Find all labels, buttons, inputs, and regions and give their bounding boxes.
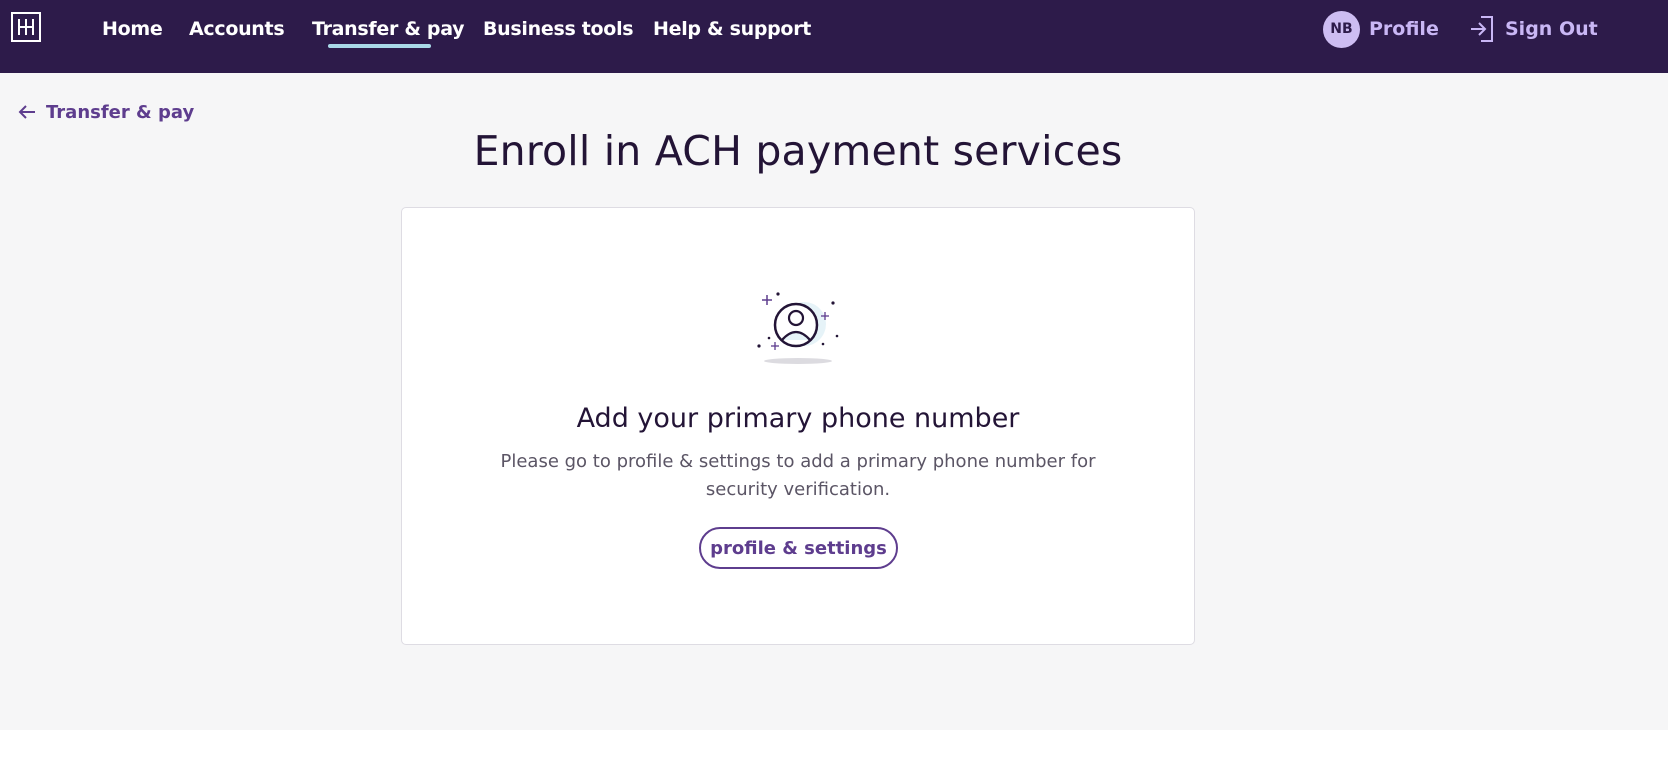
- top-navigation-bar: Home Accounts Transfer & pay Business to…: [0, 0, 1668, 73]
- back-link-label: Transfer & pay: [46, 101, 195, 123]
- back-link[interactable]: Transfer & pay: [18, 100, 194, 124]
- nav-transfer-pay[interactable]: Transfer & pay: [312, 18, 465, 40]
- user-profile-icon: [757, 292, 839, 364]
- avatar[interactable]: NB: [1323, 11, 1360, 48]
- profile-settings-button[interactable]: profile & settings: [699, 527, 898, 569]
- sign-out-link[interactable]: Sign Out: [1505, 18, 1598, 40]
- phone-required-card: Add your primary phone number Please go …: [401, 207, 1195, 645]
- nav-home[interactable]: Home: [102, 18, 163, 40]
- card-title: Add your primary phone number: [576, 403, 1020, 434]
- card-description: Please go to profile & settings to add a…: [500, 451, 1096, 500]
- arrow-left-icon: [18, 105, 35, 119]
- sign-out-icon[interactable]: [1469, 15, 1495, 43]
- active-nav-indicator: [328, 44, 431, 48]
- page-title: Enroll in ACH payment services: [473, 127, 1123, 175]
- profile-link[interactable]: Profile: [1369, 18, 1439, 40]
- bank-logo-icon[interactable]: [11, 12, 41, 42]
- nav-business-tools[interactable]: Business tools: [483, 18, 634, 40]
- nav-help-support[interactable]: Help & support: [653, 18, 811, 40]
- nav-accounts[interactable]: Accounts: [189, 18, 285, 40]
- main-content: Transfer & pay Enroll in ACH payment ser…: [0, 73, 1668, 730]
